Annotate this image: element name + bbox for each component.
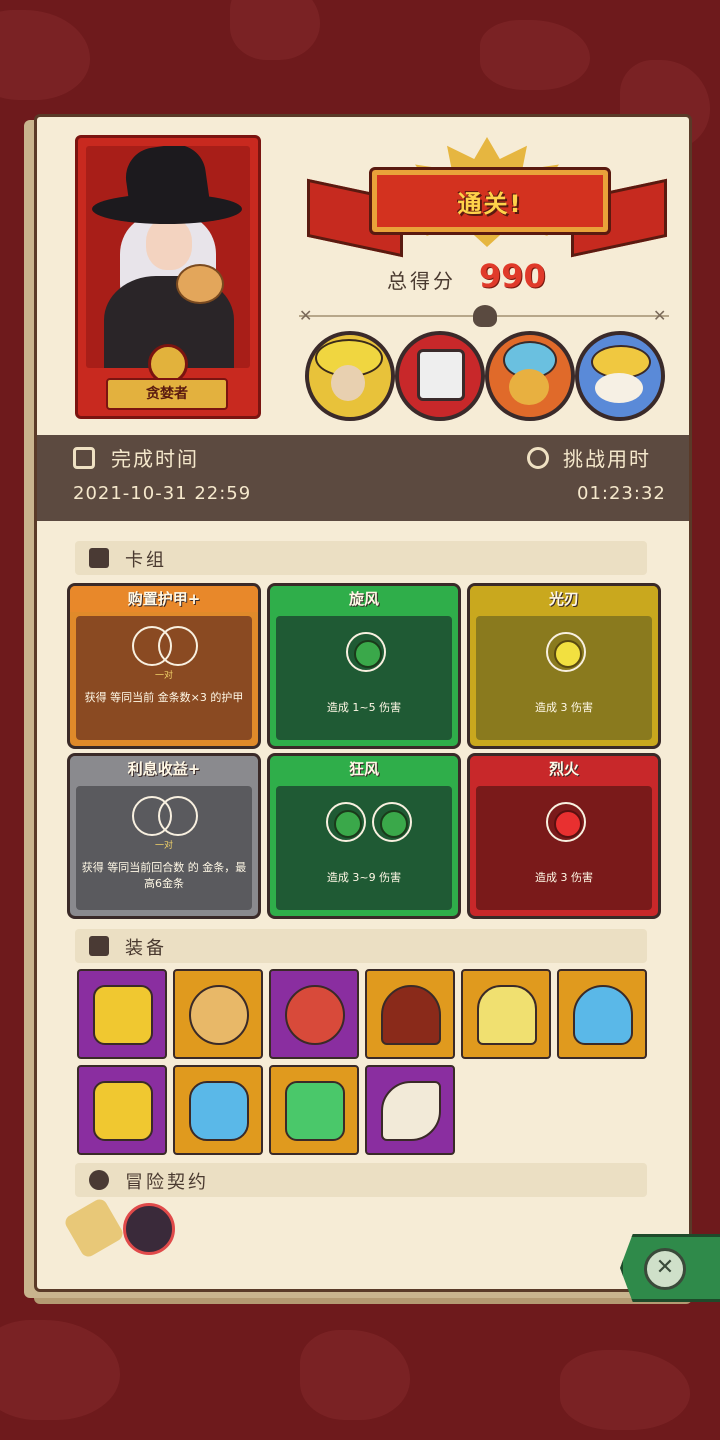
card-desc: 造成 3 伤害	[535, 871, 593, 884]
deck-card[interactable]: 光刃 造成 3 伤害	[467, 583, 661, 749]
card-desc: 获得 等同当前回合数 的 金条，最高6金条	[81, 861, 247, 890]
deck-section-header: 卡组	[75, 541, 647, 575]
red-demon-seal-icon[interactable]	[123, 1203, 175, 1255]
green-gem-icon	[380, 810, 408, 838]
stopwatch-icon	[527, 447, 549, 469]
total-score: 总得分 990	[387, 257, 607, 297]
calendar-icon	[73, 447, 95, 469]
boss-cage-demon-icon	[395, 331, 485, 421]
deck-card[interactable]: 旋风 造成 1~5 伤害	[267, 583, 461, 749]
equipment-section-header: 装备	[75, 929, 647, 963]
boss-bone-dragon-icon	[575, 331, 665, 421]
equipment-title: 装备	[125, 938, 167, 959]
scroll-icon[interactable]	[62, 1196, 126, 1260]
card-sub: 一对	[154, 671, 173, 681]
card-name: 光刃	[470, 586, 658, 612]
card-desc: 造成 3 伤害	[535, 701, 593, 714]
hero-portrait-card: 贪婪者	[75, 135, 261, 419]
deck-card[interactable]: 狂风 造成 3~9 伤害	[267, 753, 461, 919]
score-label: 总得分	[387, 269, 456, 293]
box-icon	[89, 936, 109, 956]
deck-card[interactable]: 烈火 造成 3 伤害	[467, 753, 661, 919]
card-name: 烈火	[470, 756, 658, 782]
card-desc: 获得 等同当前 金条数×3 的护甲	[84, 691, 244, 704]
red-gem-icon	[554, 810, 582, 838]
boss-straw-hat-elder-icon	[305, 331, 395, 421]
treasure-chest-icon[interactable]	[77, 969, 167, 1059]
yellow-gem-icon	[554, 640, 582, 668]
open-chest-icon[interactable]	[77, 1065, 167, 1155]
boss-golden-beast-icon	[485, 331, 575, 421]
card-name: 旋风	[270, 586, 458, 612]
finish-time-value: 2021-10-31 22:59	[73, 483, 252, 504]
banner-title: 通关!	[457, 190, 523, 218]
score-value: 990	[479, 257, 546, 295]
contract-title: 冒险契约	[125, 1172, 209, 1193]
challenge-time-value: 01:23:32	[577, 483, 666, 504]
shield-crest-icon[interactable]	[173, 1065, 263, 1155]
finish-time-label: 完成时间	[111, 447, 199, 471]
golden-goblet-icon[interactable]	[461, 969, 551, 1059]
hood-icon[interactable]	[365, 969, 455, 1059]
hero-name: 贪婪者	[106, 378, 228, 410]
challenge-time-label: 挑战用时	[563, 447, 651, 471]
ghost-slime-icon[interactable]	[557, 969, 647, 1059]
crossed-swords-icon: ✕	[653, 306, 667, 325]
card-sub: 一对	[154, 841, 173, 851]
cards-icon	[89, 548, 109, 568]
card-name: 狂风	[270, 756, 458, 782]
card-name: 购置护甲+	[70, 586, 258, 612]
spiked-bracelet-icon[interactable]	[269, 969, 359, 1059]
card-desc: 造成 3~9 伤害	[326, 871, 402, 884]
victory-banner: 通关!	[307, 137, 667, 258]
deck-card[interactable]: 利息收益+ 一对 获得 等同当前回合数 的 金条，最高6金条	[67, 753, 261, 919]
green-gem-icon	[334, 810, 362, 838]
time-info-bar: 完成时间 2021-10-31 22:59 挑战用时 01:23:32	[37, 435, 689, 521]
result-panel: 贪婪者 通关! 总得分 990 ✕ ✕ 完成时间 2021-10-31 22:5…	[34, 114, 692, 1292]
deck-card[interactable]: 购置护甲+ 一对 获得 等同当前 金条数×3 的护甲	[67, 583, 261, 749]
money-sack-icon[interactable]	[173, 969, 263, 1059]
deck-title: 卡组	[125, 550, 167, 571]
card-desc: 造成 1~5 伤害	[326, 701, 402, 714]
green-gem-icon	[354, 640, 382, 668]
green-dice-icon[interactable]	[269, 1065, 359, 1155]
card-name: 利息收益+	[70, 756, 258, 782]
person-icon	[89, 1170, 109, 1190]
skull-icon	[473, 305, 497, 327]
contract-section-header: 冒险契约	[75, 1163, 647, 1197]
crossed-swords-icon: ✕	[299, 306, 313, 325]
hero-art	[86, 146, 250, 368]
claw-fangs-icon[interactable]	[365, 1065, 455, 1155]
close-icon[interactable]: ✕	[644, 1248, 686, 1290]
